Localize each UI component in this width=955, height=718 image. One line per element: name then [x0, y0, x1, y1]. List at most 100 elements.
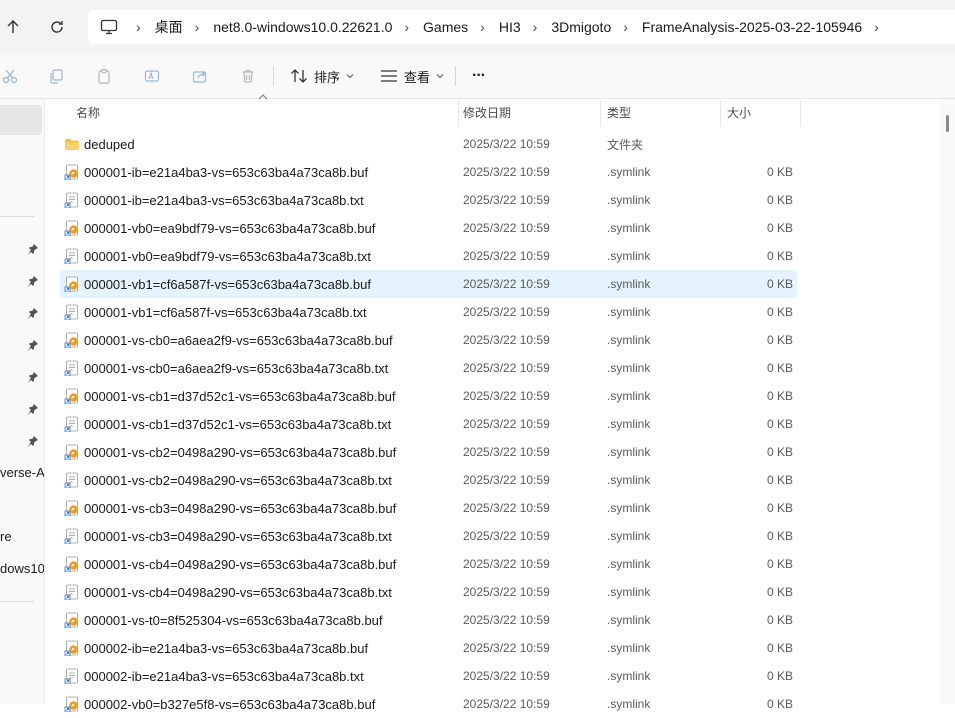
scrollbar-thumb[interactable]	[946, 115, 949, 132]
file-name: 000001-ib=e21a4ba3-vs=653c63ba4a73ca8b.t…	[84, 192, 364, 208]
file-row[interactable]: 000002-ib=e21a4ba3-vs=653c63ba4a73ca8b.b…	[60, 634, 797, 662]
breadcrumb-games[interactable]: Games	[423, 19, 468, 35]
file-size: 0 KB	[766, 277, 793, 291]
sidebar-selected-item[interactable]	[0, 105, 42, 135]
file-type: .symlink	[607, 221, 651, 235]
pin-icon[interactable]	[27, 243, 39, 255]
up-arrow-icon	[7, 20, 19, 33]
share-icon	[192, 71, 207, 83]
column-divider[interactable]	[720, 100, 721, 126]
column-divider[interactable]	[600, 100, 601, 126]
column-header-date[interactable]: 修改日期	[463, 100, 511, 126]
sidebar-item-label[interactable]: re	[0, 529, 12, 544]
file-date: 2025/3/22 10:59	[463, 445, 550, 459]
file-row[interactable]: 000001-vs-cb0=a6aea2f9-vs=653c63ba4a73ca…	[60, 354, 797, 382]
view-button[interactable]: 查看	[380, 64, 444, 88]
pin-icon[interactable]	[27, 403, 39, 415]
file-date: 2025/3/22 10:59	[463, 585, 550, 599]
file-row[interactable]: 000001-vs-cb1=d37d52c1-vs=653c63ba4a73ca…	[60, 410, 797, 438]
breadcrumb-hi3[interactable]: HI3	[499, 19, 521, 35]
file-row[interactable]: 000001-vs-t0=8f525304-vs=653c63ba4a73ca8…	[60, 606, 797, 634]
buf-shortcut-icon	[64, 220, 80, 237]
pin-icon[interactable]	[27, 307, 39, 319]
this-pc-icon[interactable]	[94, 19, 124, 35]
cut-button[interactable]	[0, 66, 20, 86]
file-row[interactable]: 000001-vs-cb0=a6aea2f9-vs=653c63ba4a73ca…	[60, 326, 797, 354]
file-row[interactable]: 000001-vs-cb1=d37d52c1-vs=653c63ba4a73ca…	[60, 382, 797, 410]
column-header-size[interactable]: 大小	[727, 100, 751, 126]
pin-icon[interactable]	[27, 371, 39, 383]
file-row[interactable]: 000001-ib=e21a4ba3-vs=653c63ba4a73ca8b.t…	[60, 186, 797, 214]
column-divider[interactable]	[800, 100, 801, 126]
file-type: .symlink	[607, 305, 651, 319]
chevron-right-icon[interactable]: ›	[468, 19, 499, 35]
file-row[interactable]: 000001-vs-cb4=0498a290-vs=653c63ba4a73ca…	[60, 578, 797, 606]
chevron-right-icon[interactable]: ›	[611, 19, 642, 35]
file-name: 000002-vb0=b327e5f8-vs=653c63ba4a73ca8b.…	[84, 696, 376, 712]
file-row[interactable]: 000001-vs-cb3=0498a290-vs=653c63ba4a73ca…	[60, 494, 797, 522]
pin-icon[interactable]	[27, 435, 39, 447]
file-size: 0 KB	[766, 529, 793, 543]
file-row[interactable]: 000002-ib=e21a4ba3-vs=653c63ba4a73ca8b.t…	[60, 662, 797, 690]
pin-icon[interactable]	[27, 339, 39, 351]
sort-button[interactable]: 排序	[290, 64, 354, 88]
chevron-right-icon[interactable]: ›	[124, 19, 155, 35]
toolbar-divider	[273, 66, 274, 86]
file-row[interactable]: 000001-vs-cb2=0498a290-vs=653c63ba4a73ca…	[60, 466, 797, 494]
column-divider[interactable]	[458, 100, 459, 126]
paste-button[interactable]	[94, 66, 114, 86]
delete-button[interactable]	[238, 66, 258, 86]
more-options-button[interactable]: ···	[472, 64, 486, 88]
file-type: 文件夹	[607, 137, 644, 152]
sidebar-item-label[interactable]: dows10	[0, 561, 44, 576]
sort-icon	[291, 69, 307, 83]
txt-shortcut-icon	[64, 360, 80, 377]
file-row[interactable]: 000001-vb0=ea9bdf79-vs=653c63ba4a73ca8b.…	[60, 242, 797, 270]
chevron-right-icon[interactable]: ›	[862, 19, 893, 35]
chevron-right-icon[interactable]: ›	[183, 19, 214, 35]
txt-shortcut-icon	[64, 248, 80, 265]
sidebar-item-label[interactable]: verse-A	[0, 465, 44, 480]
file-row[interactable]: 000001-vs-cb2=0498a290-vs=653c63ba4a73ca…	[60, 438, 797, 466]
file-row[interactable]: 000001-vb0=ea9bdf79-vs=653c63ba4a73ca8b.…	[60, 214, 797, 242]
file-row[interactable]: 000001-ib=e21a4ba3-vs=653c63ba4a73ca8b.b…	[60, 158, 797, 186]
pin-icon[interactable]	[27, 275, 39, 287]
file-date: 2025/3/22 10:59	[463, 221, 550, 235]
file-name: 000001-vs-cb3=0498a290-vs=653c63ba4a73ca…	[84, 500, 397, 516]
address-bar[interactable]: › 桌面 › net8.0-windows10.0.22621.0 › Game…	[88, 10, 955, 44]
file-name: 000001-vb1=cf6a587f-vs=653c63ba4a73ca8b.…	[84, 304, 367, 320]
file-size: 0 KB	[766, 557, 793, 571]
copy-button[interactable]	[46, 66, 66, 86]
file-row[interactable]: 000001-vb1=cf6a587f-vs=653c63ba4a73ca8b.…	[60, 298, 797, 326]
file-name: 000002-ib=e21a4ba3-vs=653c63ba4a73ca8b.t…	[84, 668, 364, 684]
file-type: .symlink	[607, 249, 651, 263]
refresh-icon	[51, 21, 63, 33]
column-header-type[interactable]: 类型	[607, 100, 631, 126]
file-size: 0 KB	[766, 389, 793, 403]
file-row[interactable]: deduped 2025/3/22 10:59 文件夹	[60, 130, 797, 158]
up-arrow-button[interactable]	[0, 14, 26, 40]
rename-button[interactable]	[142, 66, 162, 86]
vertical-scrollbar[interactable]	[940, 99, 955, 704]
breadcrumb-desktop[interactable]: 桌面	[155, 17, 183, 37]
file-row[interactable]: 000001-vs-cb3=0498a290-vs=653c63ba4a73ca…	[60, 522, 797, 550]
chevron-right-icon[interactable]: ›	[521, 19, 552, 35]
file-date: 2025/3/22 10:59	[463, 417, 550, 431]
breadcrumb-net8[interactable]: net8.0-windows10.0.22621.0	[213, 19, 392, 35]
chevron-right-icon[interactable]: ›	[392, 19, 423, 35]
file-size: 0 KB	[766, 193, 793, 207]
file-row[interactable]: 000001-vb1=cf6a587f-vs=653c63ba4a73ca8b.…	[60, 270, 797, 298]
txt-shortcut-icon	[64, 472, 80, 489]
txt-shortcut-icon	[64, 416, 80, 433]
share-button[interactable]	[190, 66, 210, 86]
file-row[interactable]: 000002-vb0=b327e5f8-vs=653c63ba4a73ca8b.…	[60, 690, 797, 718]
file-name: 000001-ib=e21a4ba3-vs=653c63ba4a73ca8b.b…	[84, 164, 369, 180]
column-header-name[interactable]: 名称	[76, 100, 100, 126]
file-type: .symlink	[607, 445, 651, 459]
file-row[interactable]: 000001-vs-cb4=0498a290-vs=653c63ba4a73ca…	[60, 550, 797, 578]
refresh-button[interactable]	[44, 14, 70, 40]
file-name: 000001-vb0=ea9bdf79-vs=653c63ba4a73ca8b.…	[84, 220, 376, 236]
breadcrumb-frameanalysis[interactable]: FrameAnalysis-2025-03-22-105946	[642, 19, 862, 35]
breadcrumb-3dmigoto[interactable]: 3Dmigoto	[551, 19, 611, 35]
file-date: 2025/3/22 10:59	[463, 529, 550, 543]
